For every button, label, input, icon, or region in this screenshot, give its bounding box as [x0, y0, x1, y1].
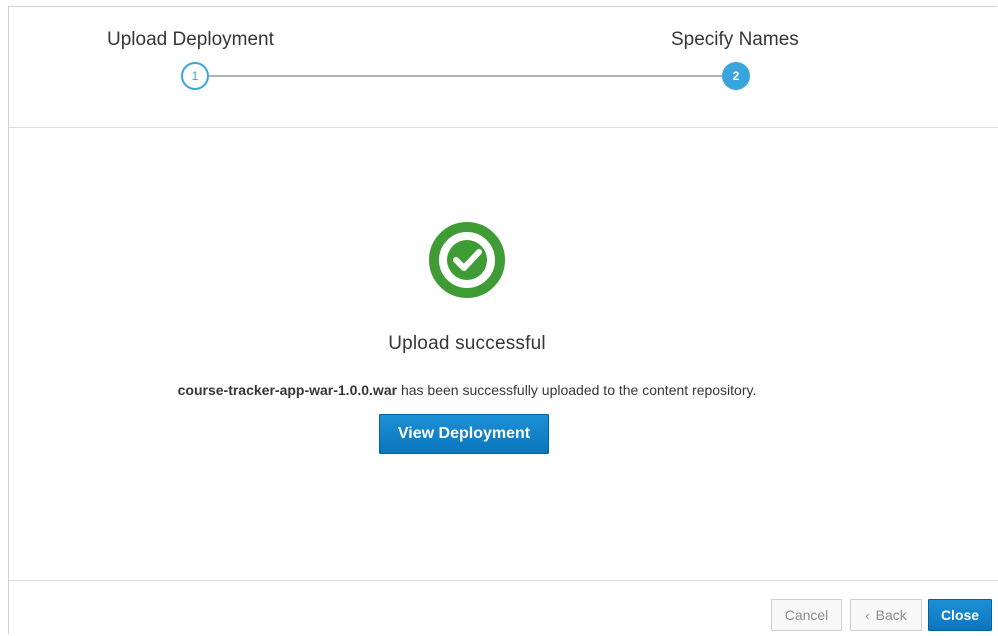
wizard-steps: Upload Deployment Specify Names 1 2: [9, 7, 998, 128]
close-button[interactable]: Close: [928, 599, 992, 631]
view-deployment-button[interactable]: View Deployment: [379, 414, 549, 454]
cancel-button[interactable]: Cancel: [771, 599, 842, 631]
wizard-footer: Cancel ‹ Back Close: [9, 580, 998, 636]
step-1-indicator[interactable]: 1: [181, 62, 209, 90]
step-2-indicator[interactable]: 2: [722, 62, 750, 90]
step-1-label: Upload Deployment: [107, 29, 274, 50]
step-2-label: Specify Names: [671, 29, 799, 50]
back-button[interactable]: ‹ Back: [850, 599, 922, 631]
upload-success-title: Upload successful: [388, 333, 546, 354]
wizard-body: Upload successful course-tracker-app-war…: [9, 128, 998, 580]
back-button-label: Back: [875, 607, 907, 623]
uploaded-filename: course-tracker-app-war-1.0.0.war: [177, 382, 398, 398]
step-connector-line: [209, 75, 737, 77]
upload-success-message: course-tracker-app-war-1.0.0.war has bee…: [9, 382, 925, 398]
check-circle-icon: [429, 222, 505, 298]
deployment-wizard: Upload Deployment Specify Names 1 2 Uplo…: [8, 6, 998, 636]
upload-message-text: has been successfully uploaded to the co…: [397, 382, 757, 398]
chevron-left-icon: ‹: [865, 607, 870, 623]
